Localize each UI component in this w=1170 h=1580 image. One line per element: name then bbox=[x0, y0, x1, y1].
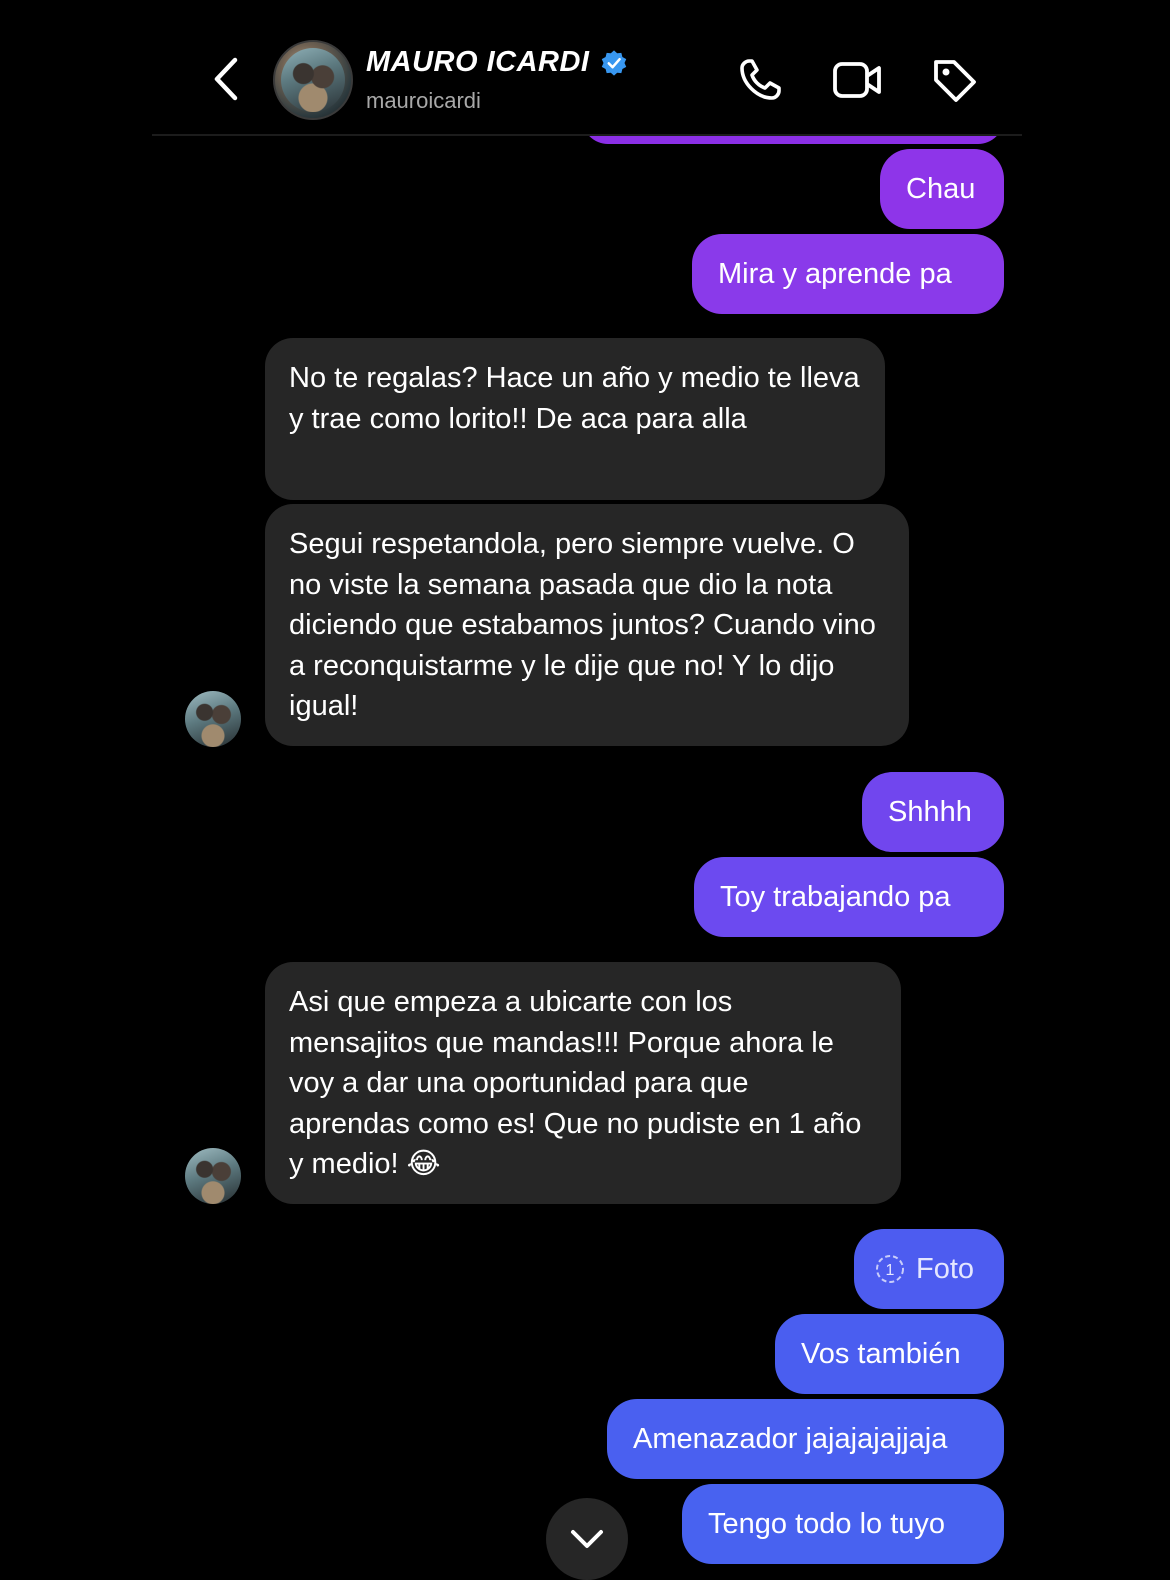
received-message-bubble[interactable]: Segui respetandola, pero siempre vuelve.… bbox=[265, 504, 909, 746]
view-once-icon: 1 bbox=[876, 1255, 904, 1283]
verified-badge-icon bbox=[601, 49, 626, 76]
profile-avatar[interactable] bbox=[273, 40, 353, 120]
sent-message-bubble[interactable]: Shhhh bbox=[862, 772, 1004, 852]
message-text: Mira y aprende pa bbox=[718, 257, 952, 290]
message-text: Asi que empeza a ubicarte con los mensaj… bbox=[289, 986, 862, 1180]
sent-message-bubble[interactable]: Chau bbox=[880, 149, 1004, 229]
chat-header: MAURO ICARDI mauroicardi bbox=[0, 0, 1170, 136]
received-message-bubble[interactable]: No te regalas? Hace un año y medio te ll… bbox=[265, 338, 885, 500]
profile-handle: mauroicardi bbox=[366, 88, 481, 113]
message-text: Segui respetandola, pero siempre vuelve.… bbox=[289, 528, 876, 722]
sent-message-bubble[interactable]: Mira y aprende pa bbox=[692, 234, 1004, 314]
message-text: Vos también bbox=[801, 1337, 961, 1370]
back-button[interactable] bbox=[198, 52, 252, 106]
message-text: Shhhh bbox=[888, 795, 972, 828]
profile-name: MAURO ICARDI bbox=[366, 46, 590, 78]
message-text: No te regalas? Hace un año y medio te ll… bbox=[289, 362, 860, 435]
sender-avatar[interactable] bbox=[185, 691, 241, 747]
message-text: Foto bbox=[916, 1252, 975, 1285]
tag-button[interactable] bbox=[926, 52, 982, 108]
sent-message-bubble[interactable]: Amenazador jajajajajjaja bbox=[607, 1399, 1004, 1479]
message-text: Tengo todo lo tuyo bbox=[708, 1507, 946, 1540]
chevron-down-icon bbox=[571, 1530, 603, 1548]
call-button[interactable] bbox=[732, 52, 788, 108]
message-text: Toy trabajando pa bbox=[720, 880, 951, 913]
sent-message-bubble[interactable]: Tengo todo lo tuyo bbox=[682, 1484, 1004, 1564]
video-call-button[interactable] bbox=[829, 52, 885, 108]
profile-name-row[interactable]: MAURO ICARDI bbox=[366, 46, 628, 79]
video-camera-icon bbox=[833, 62, 881, 98]
phone-icon bbox=[740, 59, 781, 100]
sent-message-bubble[interactable]: Toy trabajando pa bbox=[694, 857, 1004, 937]
header-divider bbox=[152, 134, 1022, 136]
sender-avatar[interactable] bbox=[185, 1148, 241, 1204]
message-text: Amenazador jajajajajjaja bbox=[633, 1422, 948, 1455]
sent-message-bubble[interactable]: Vos también bbox=[775, 1314, 1004, 1394]
photo-message-bubble[interactable]: 1 Foto bbox=[854, 1229, 1004, 1309]
svg-text:1: 1 bbox=[886, 1262, 895, 1279]
received-message-bubble[interactable]: Asi que empeza a ubicarte con los mensaj… bbox=[265, 962, 901, 1204]
tag-icon bbox=[934, 60, 976, 102]
message-text: Chau bbox=[906, 172, 976, 205]
chevron-left-icon bbox=[214, 57, 238, 101]
